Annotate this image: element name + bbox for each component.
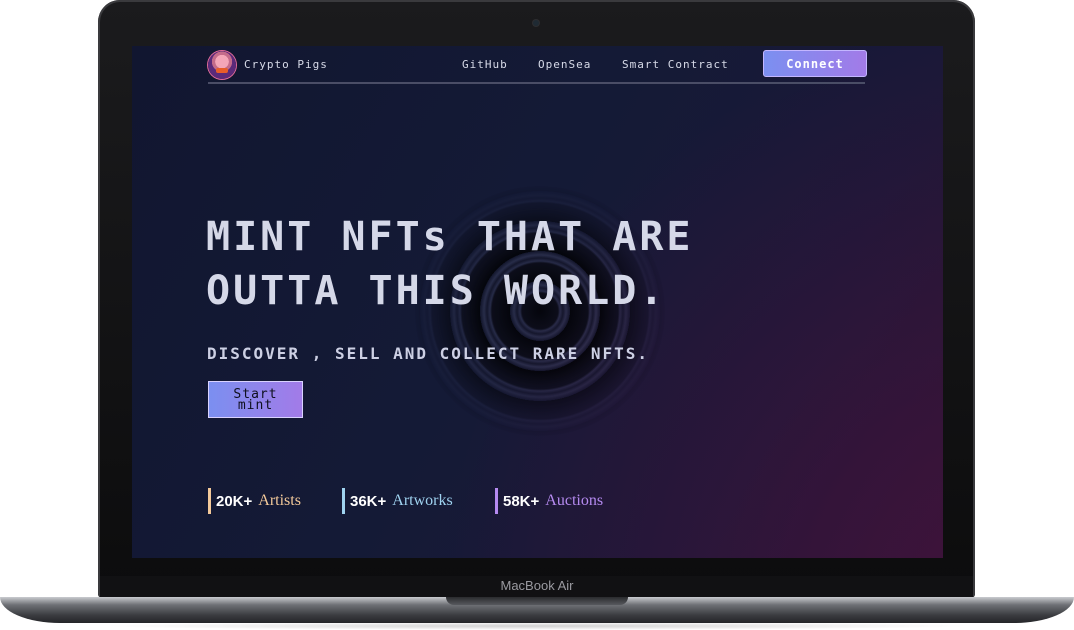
- stat-value: 58K+: [503, 492, 540, 510]
- headline-line-1: MINT NFTs THAT ARE: [206, 214, 694, 260]
- stat-value: 20K+: [216, 492, 253, 510]
- headline-line-2: OUTTA THIS WORLD.: [206, 268, 667, 314]
- stat-bar: [208, 488, 211, 514]
- nav-link-opensea[interactable]: OpenSea: [538, 58, 591, 71]
- laptop-notch: [446, 597, 628, 605]
- top-nav: Crypto Pigs GitHub OpenSea Smart Contrac…: [208, 48, 867, 84]
- hero-subheadline: DISCOVER , SELL AND COLLECT RARE NFTS.: [207, 344, 650, 363]
- stat-artists: 20K+ Artists: [208, 488, 301, 514]
- website-screen: Crypto Pigs GitHub OpenSea Smart Contrac…: [132, 46, 943, 558]
- start-mint-label: Start mint: [233, 386, 278, 413]
- brand-name[interactable]: Crypto Pigs: [244, 58, 328, 71]
- connect-button[interactable]: Connect: [763, 50, 867, 77]
- stat-bar: [342, 488, 345, 514]
- stat-label: Artists: [258, 492, 301, 509]
- stat-artworks: 36K+ Artworks: [342, 488, 453, 514]
- stat-label: Artworks: [392, 492, 453, 509]
- stat-bar: [495, 488, 498, 514]
- camera-icon: [533, 20, 539, 26]
- stat-value: 36K+: [350, 492, 387, 510]
- nav-link-smart-contract[interactable]: Smart Contract: [622, 58, 729, 71]
- laptop-shadow: [100, 622, 974, 630]
- hero-headline: MINT NFTs THAT ARE OUTTA THIS WORLD.: [206, 210, 866, 318]
- nav-link-github[interactable]: GitHub: [462, 58, 508, 71]
- start-mint-button[interactable]: Start mint: [208, 381, 303, 418]
- device-label: MacBook Air: [500, 578, 574, 593]
- stat-label: Auctions: [545, 492, 604, 509]
- stat-auctions: 58K+ Auctions: [495, 488, 603, 514]
- pig-avatar-icon[interactable]: [208, 51, 236, 79]
